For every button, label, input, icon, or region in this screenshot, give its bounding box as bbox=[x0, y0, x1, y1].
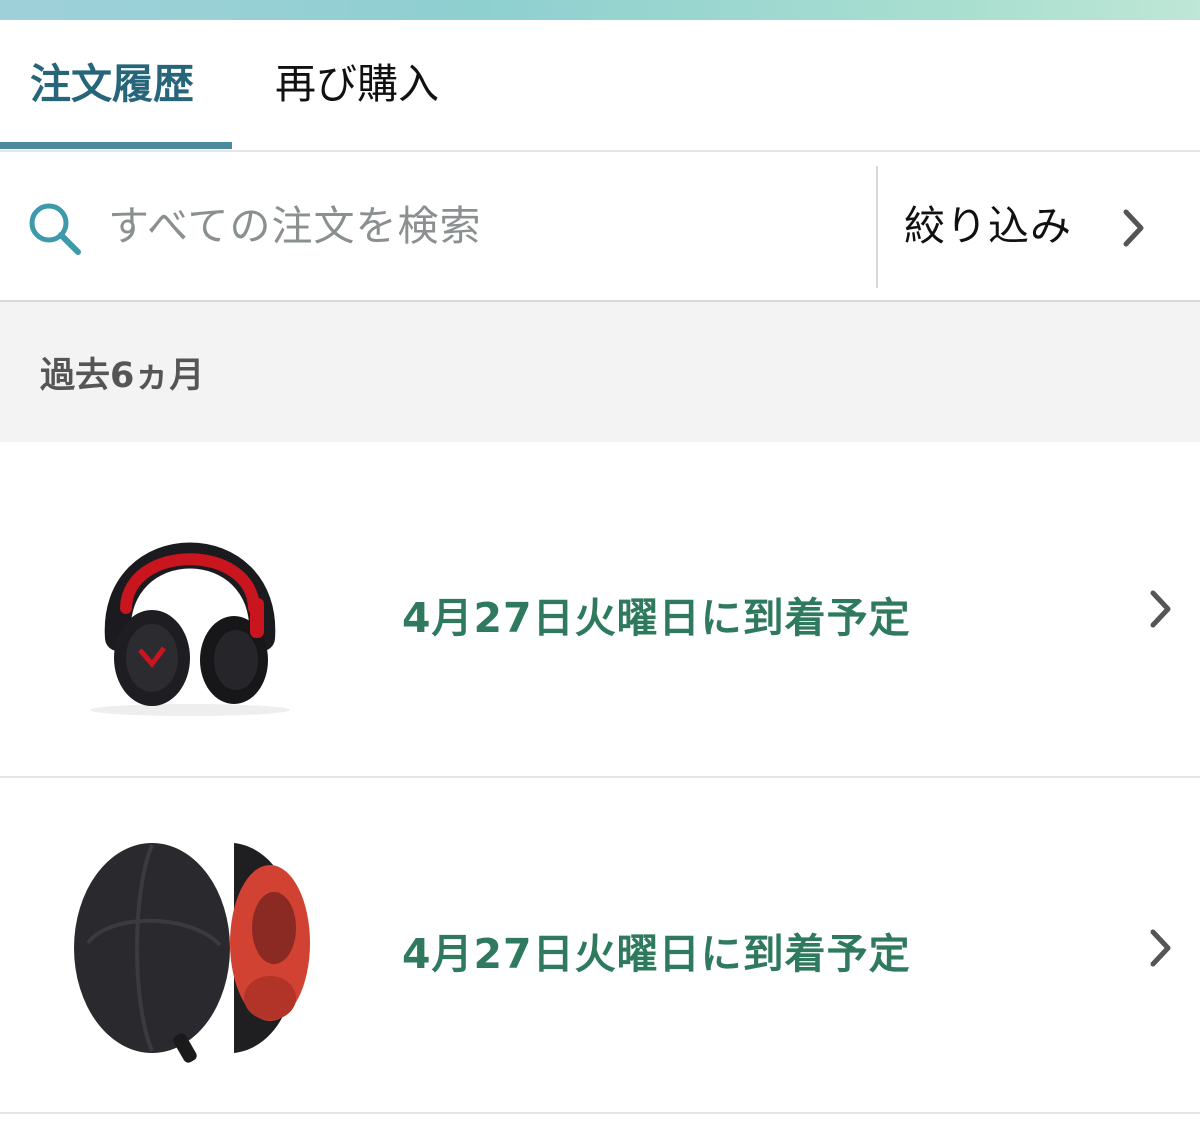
headphone-case-image bbox=[74, 843, 310, 1063]
filter-label: 絞り込み bbox=[904, 202, 1072, 250]
section-title: 過去6ヵ月 bbox=[40, 356, 205, 396]
chevron-right-icon bbox=[1150, 929, 1171, 967]
order-status: 4月27日火曜日に到着予定 bbox=[402, 594, 911, 642]
top-gradient-bar bbox=[0, 0, 1200, 20]
section-header: 過去6ヵ月 bbox=[0, 302, 1200, 442]
order-status: 4月27日火曜日に到着予定 bbox=[402, 930, 911, 978]
search-input[interactable]: すべての注文を検索 bbox=[0, 152, 876, 300]
chevron-right-icon bbox=[1123, 209, 1144, 247]
chevron-right-icon bbox=[1150, 590, 1171, 628]
tab-order-history[interactable]: 注文履歴 bbox=[30, 20, 194, 150]
search-bar: すべての注文を検索 絞り込み bbox=[0, 152, 1200, 302]
red-black-headphones-image bbox=[90, 542, 290, 716]
active-tab-indicator bbox=[0, 142, 232, 149]
tab-buy-again[interactable]: 再び購入 bbox=[275, 20, 439, 150]
search-icon bbox=[29, 203, 81, 255]
search-placeholder: すべての注文を検索 bbox=[108, 202, 482, 250]
tab-bar: 注文履歴 再び購入 bbox=[0, 20, 1200, 152]
order-row[interactable]: 4月27日火曜日に到着予定 bbox=[0, 778, 1200, 1114]
order-row[interactable]: 4月27日火曜日に到着予定 bbox=[0, 442, 1200, 778]
filter-button[interactable]: 絞り込み bbox=[878, 152, 1200, 300]
